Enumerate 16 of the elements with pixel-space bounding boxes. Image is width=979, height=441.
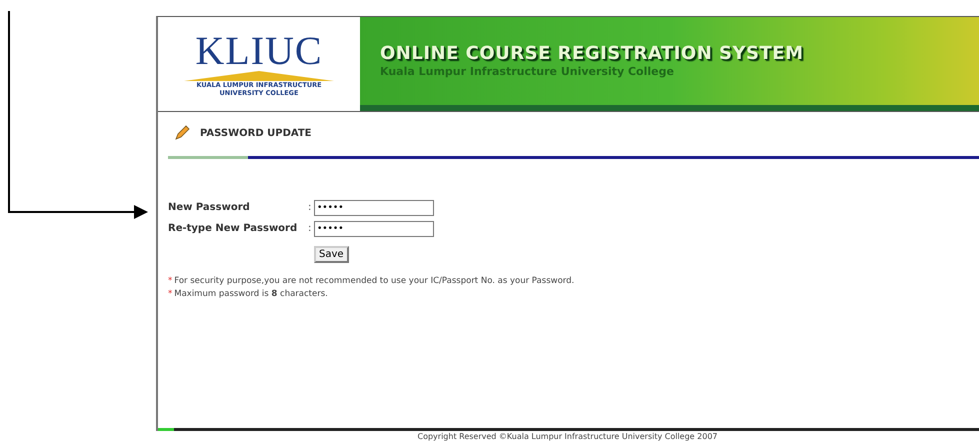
- note-text: For security purpose,you are not recommended to use your IC/Passport No. as your Password.: [174, 276, 574, 286]
- field-label: Re-type New Password: [168, 223, 298, 234]
- banner-title: ONLINE COURSE REGISTRATION SYSTEM: [380, 43, 804, 64]
- colon: :: [308, 223, 312, 234]
- password-field[interactable]: •••••: [314, 220, 434, 236]
- password-field[interactable]: •••••: [314, 200, 434, 216]
- asterisk: *: [168, 289, 172, 299]
- save-button[interactable]: Save: [314, 246, 349, 263]
- colon: :: [308, 202, 312, 213]
- pencil-icon: [174, 125, 190, 141]
- section-title: PASSWORD UPDATE: [200, 128, 312, 138]
- copyright-text: Copyright Reserved ©Kuala Lumpur Infrastructure University College 2007: [418, 432, 718, 441]
- asterisk: *: [168, 276, 172, 286]
- note-text: Maximum password is 8 characters.: [174, 289, 328, 299]
- banner-subtitle: Kuala Lumpur Infrastructure University College: [380, 65, 675, 78]
- field-label: New Password: [168, 202, 251, 213]
